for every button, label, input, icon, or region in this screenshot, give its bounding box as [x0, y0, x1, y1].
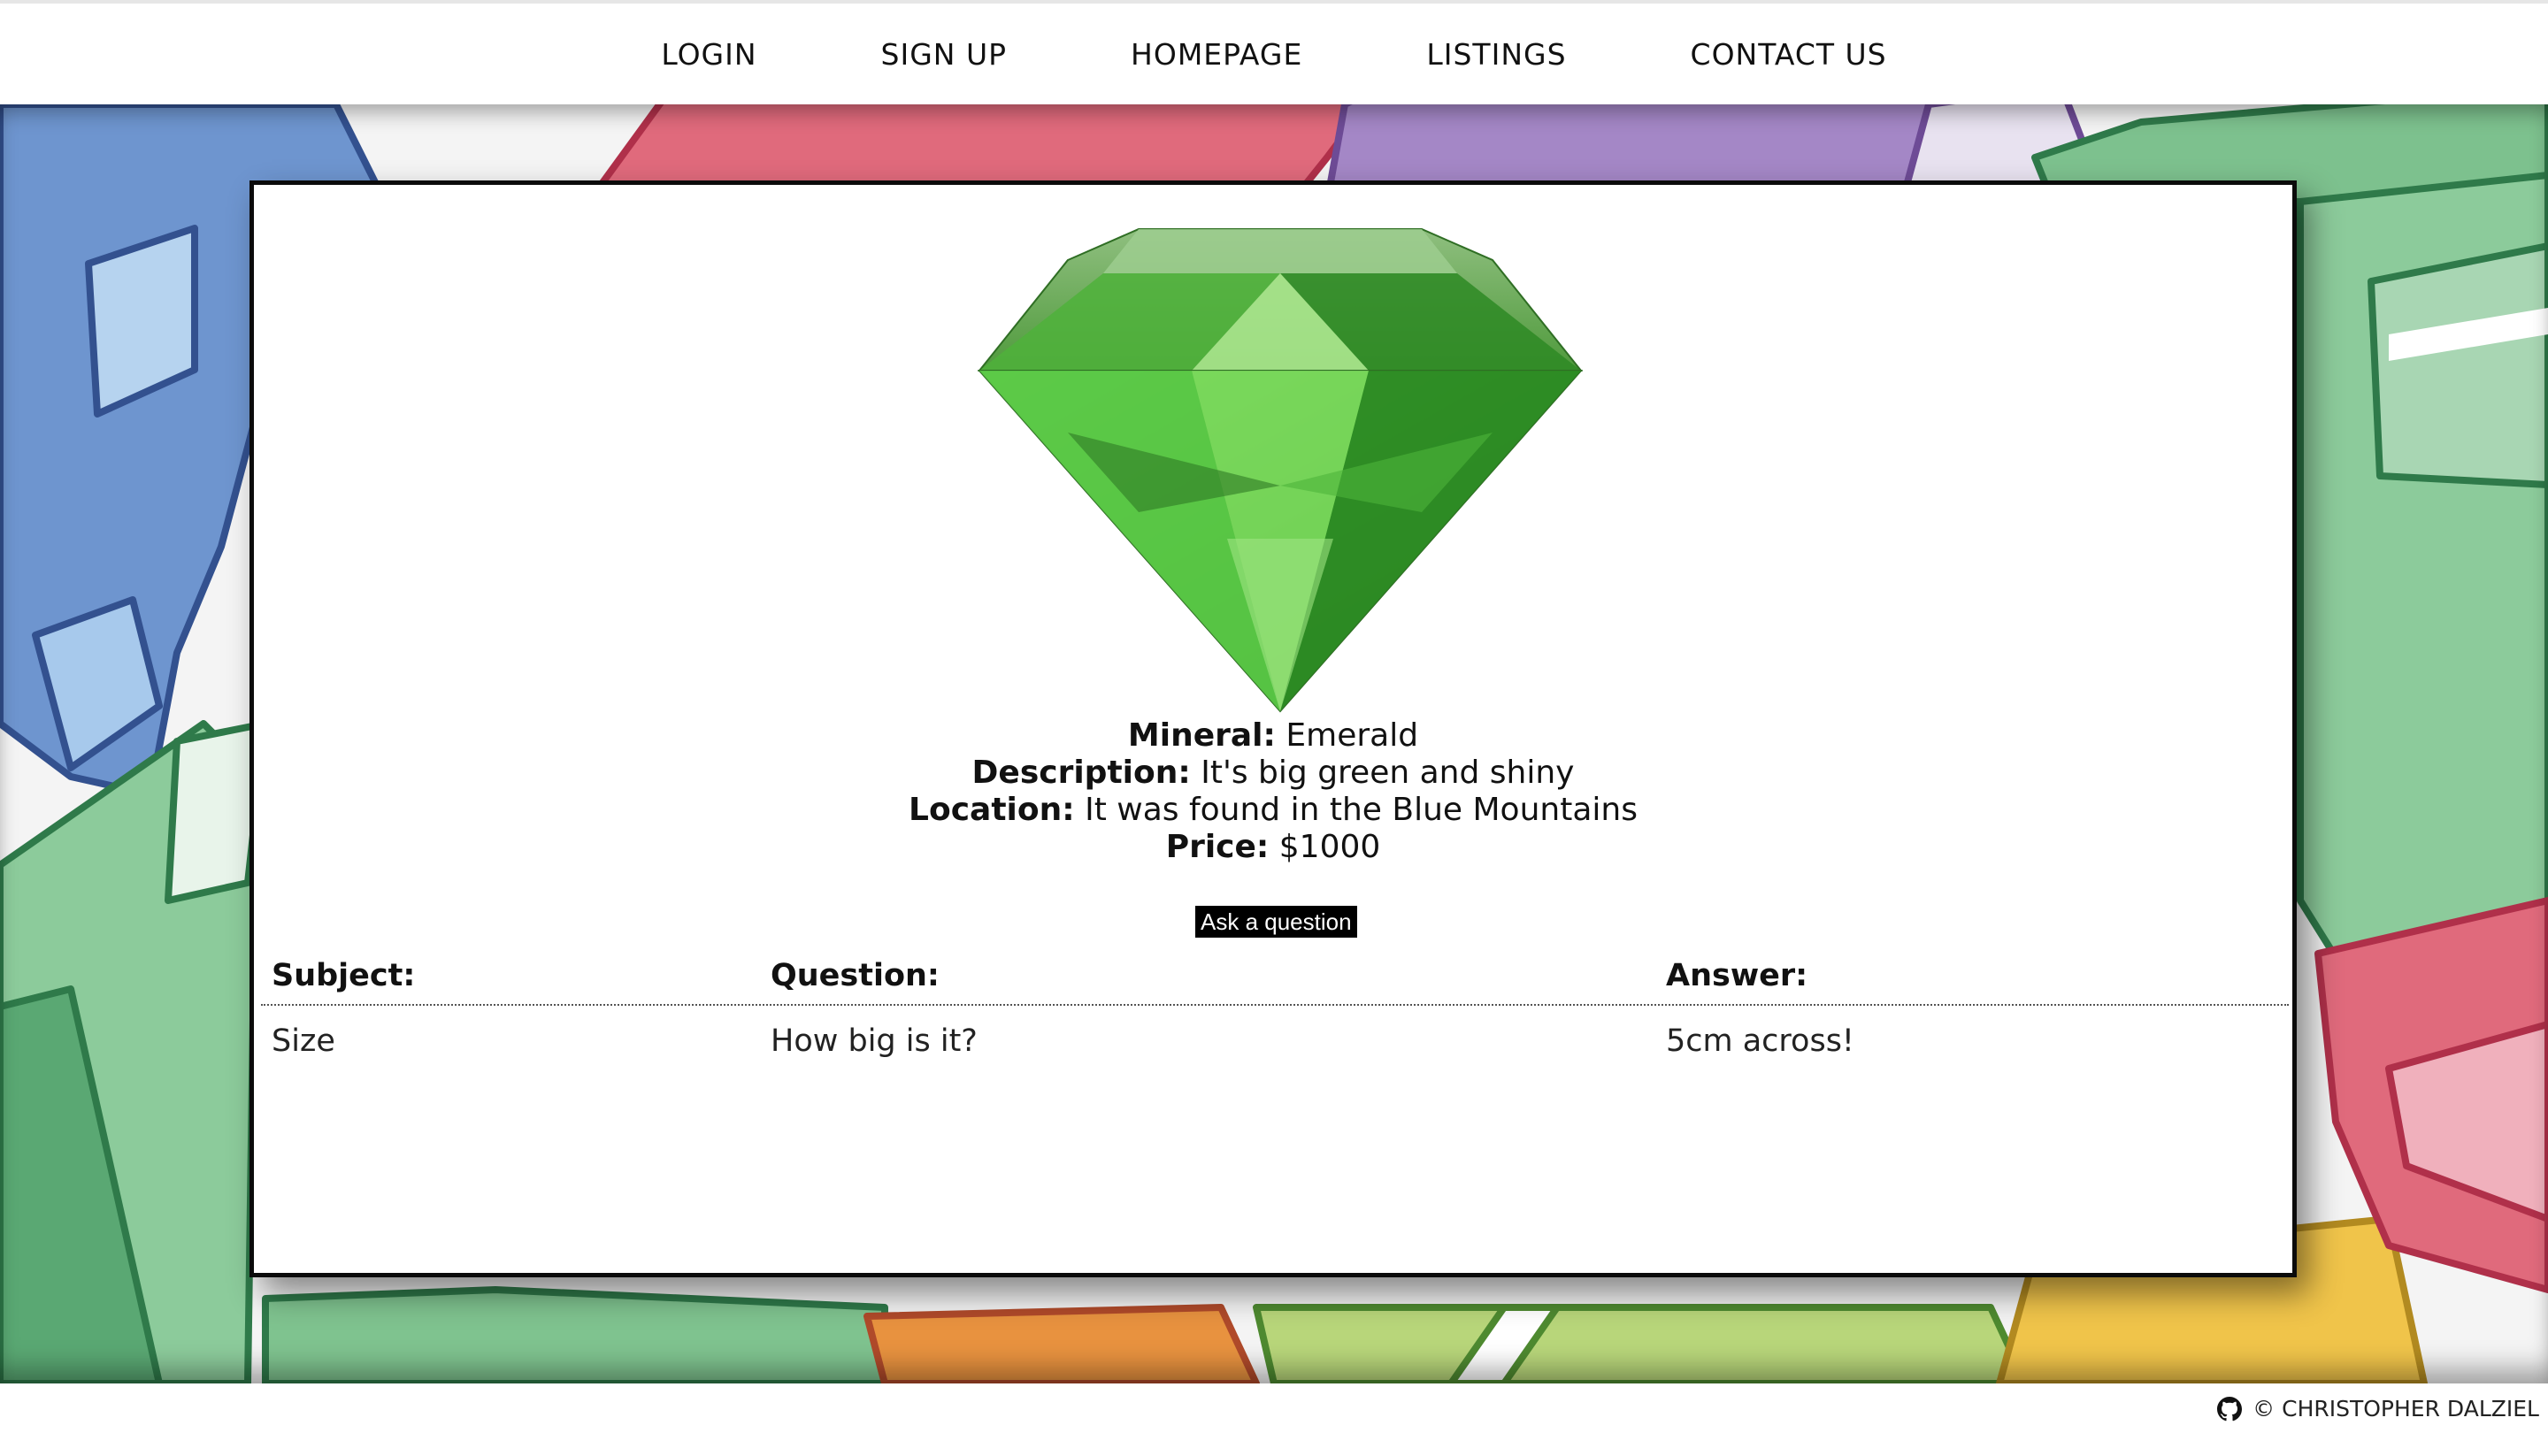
- row-subject: Size: [272, 1023, 335, 1059]
- header-question: Question:: [771, 958, 940, 993]
- location-label: Location:: [909, 792, 1075, 828]
- nav-homepage[interactable]: HOMEPAGE: [1069, 37, 1364, 72]
- price-row: Price: $1000: [254, 829, 2292, 866]
- nav-sign-up[interactable]: SIGN UP: [819, 37, 1069, 72]
- listing-details: Mineral: Emerald Description: It's big g…: [254, 717, 2292, 866]
- emerald-gem-image: [977, 228, 1584, 713]
- table-row: Size How big is it? 5cm across!: [261, 1006, 2289, 1059]
- row-answer: 5cm across!: [1666, 1023, 1854, 1059]
- header-answer: Answer:: [1666, 958, 1808, 993]
- mineral-row: Mineral: Emerald: [254, 717, 2292, 755]
- description-row: Description: It's big green and shiny: [254, 755, 2292, 792]
- description-value: It's big green and shiny: [1201, 755, 1575, 791]
- listing-card: Mineral: Emerald Description: It's big g…: [249, 180, 2297, 1277]
- footer: © CHRISTOPHER DALZIEL: [0, 1383, 2548, 1456]
- price-value: $1000: [1278, 829, 1381, 865]
- credit-text: © CHRISTOPHER DALZIEL: [2253, 1396, 2539, 1422]
- nav-login[interactable]: LOGIN: [599, 37, 818, 72]
- qa-table-header: Subject: Question: Answer:: [261, 953, 2289, 1006]
- top-nav: LOGIN SIGN UP HOMEPAGE LISTINGS CONTACT …: [0, 0, 2548, 104]
- location-row: Location: It was found in the Blue Mount…: [254, 792, 2292, 829]
- price-label: Price:: [1165, 829, 1270, 865]
- ask-question-button[interactable]: Ask a question: [1195, 906, 1357, 938]
- qa-table: Subject: Question: Answer: Size How big …: [261, 953, 2289, 1059]
- github-icon[interactable]: [2217, 1396, 2243, 1422]
- nav-contact-us[interactable]: CONTACT US: [1629, 37, 1949, 72]
- mineral-label: Mineral:: [1127, 717, 1276, 754]
- row-question: How big is it?: [771, 1023, 978, 1059]
- location-value: It was found in the Blue Mountains: [1085, 792, 1638, 828]
- header-subject: Subject:: [272, 958, 416, 993]
- nav-listings[interactable]: LISTINGS: [1364, 37, 1628, 72]
- description-label: Description:: [971, 755, 1191, 791]
- footer-credit: © CHRISTOPHER DALZIEL: [2217, 1396, 2539, 1422]
- mineral-value: Emerald: [1286, 717, 1419, 754]
